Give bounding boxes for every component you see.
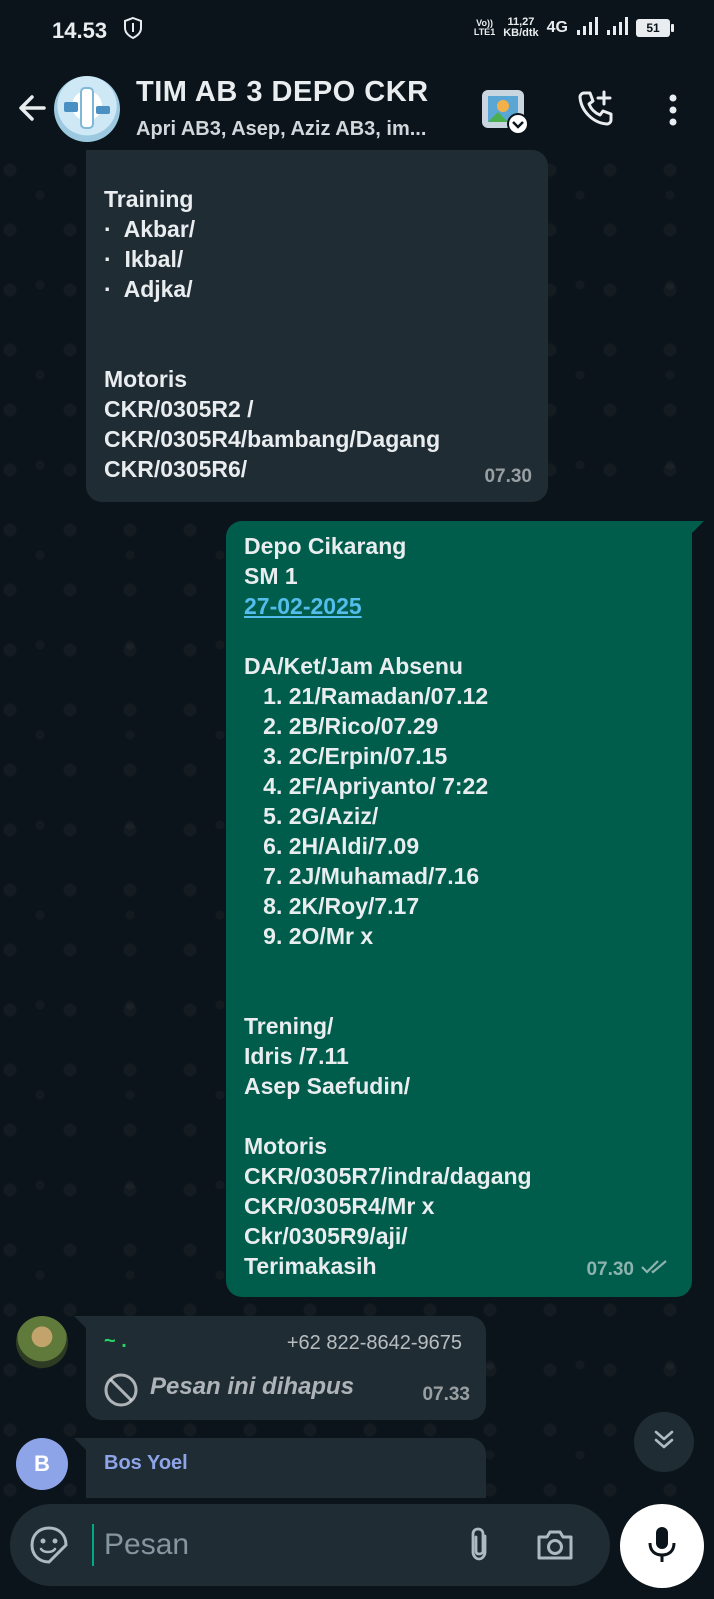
sender-phone: +62 822-8642-9675	[286, 1332, 462, 1354]
deleted-message-text: Pesan ini dihapus	[150, 1373, 355, 1400]
message-line	[244, 981, 532, 1011]
volte-indicator: Vo)) LTE1	[473, 17, 496, 37]
sender-name[interactable]: ~ .	[104, 1326, 127, 1356]
list-item: 8. 2K/Roy/7.17	[244, 893, 420, 919]
image-badge-icon[interactable]	[480, 86, 530, 136]
status-indicators: Vo)) LTE1 11,27 KB/dtk 4G 51	[473, 15, 674, 39]
whatsapp-chat-screen: 14.53 Vo)) LTE1 11,27 KB/dtk 4G 51 TIM A…	[0, 0, 714, 1599]
list-item: 4. 2F/Apriyanto/ 7:22	[244, 773, 489, 799]
message-input[interactable]	[102, 1524, 442, 1566]
bubble-tail	[74, 1316, 88, 1330]
list-item: 6. 2H/Aldi/7.09	[244, 833, 420, 859]
group-avatar[interactable]	[54, 76, 120, 142]
phone-add-icon[interactable]	[576, 88, 616, 128]
microphone-button[interactable]	[620, 1504, 704, 1588]
message-line: CKR/0305R6/	[104, 456, 248, 482]
message-line: · Akbar/	[104, 216, 196, 242]
group-title[interactable]: TIM AB 3 DEPO CKR	[136, 76, 429, 109]
status-bar: 14.53 Vo)) LTE1 11,27 KB/dtk 4G 51	[0, 0, 714, 58]
list-item: 1. 21/Ramadan/07.12	[244, 683, 489, 709]
message-input-bar	[0, 1498, 714, 1599]
bubble-tail	[74, 1438, 88, 1452]
message-line	[104, 304, 440, 334]
list-item: 5. 2G/Aziz/	[244, 803, 379, 829]
message-text: Depo Cikarang SM 1 27-02-2025 DA/Ket/Jam…	[244, 531, 532, 1281]
scroll-to-bottom-button[interactable]	[634, 1412, 694, 1472]
message-input-container[interactable]	[10, 1504, 610, 1586]
message-bubble-incoming[interactable]: Training · Akbar/ · Ikbal/ · Adjka/ Moto…	[86, 150, 548, 502]
message-line: CKR/0305R7/indra/dagang	[244, 1163, 532, 1189]
back-arrow-icon[interactable]	[14, 90, 50, 126]
list-item: 9. 2O/Mr x	[244, 923, 374, 949]
message-time: 07.33	[422, 1384, 470, 1405]
double-chevron-down-icon	[651, 1427, 677, 1458]
message-line: Idris /7.11	[244, 1043, 349, 1069]
message-line	[244, 1101, 532, 1131]
chat-header[interactable]: TIM AB 3 DEPO CKR Apri AB3, Asep, Aziz A…	[0, 58, 714, 160]
list-item: 2. 2B/Rico/07.29	[244, 713, 439, 739]
message-line: Motoris	[104, 366, 188, 392]
text-cursor	[92, 1524, 94, 1566]
list-item: 7. 2J/Muhamad/7.16	[244, 863, 480, 889]
network-type: 4G	[546, 18, 568, 36]
list-item: 3. 2C/Erpin/07.15	[244, 743, 448, 769]
message-line: Motoris	[244, 1133, 328, 1159]
block-icon	[102, 1371, 140, 1409]
message-line	[244, 951, 532, 981]
message-line: Asep Saefudin/	[244, 1073, 411, 1099]
sender-name[interactable]: Bos Yoel	[104, 1448, 188, 1478]
message-text: Training · Akbar/ · Ikbal/ · Adjka/ Moto…	[104, 184, 440, 484]
sender-avatar[interactable]: B	[16, 1438, 68, 1490]
network-speed: 11,27 KB/dtk	[503, 15, 539, 39]
message-line	[104, 334, 440, 364]
date-link[interactable]: 27-02-2025	[244, 591, 532, 621]
message-time: 07.30	[484, 466, 532, 487]
message-line: CKR/0305R4/Mr x	[244, 1193, 435, 1219]
message-line: · Adjka/	[104, 276, 193, 302]
message-line: · Ikbal/	[104, 246, 184, 272]
message-line: CKR/0305R4/bambang/Dagang	[104, 426, 441, 452]
shield-icon	[122, 16, 144, 46]
signal-icon-2	[606, 16, 628, 39]
status-time: 14.53	[52, 18, 108, 43]
message-line	[244, 621, 532, 651]
message-line: Trening/	[244, 1013, 334, 1039]
message-line: Depo Cikarang	[244, 533, 407, 559]
message-bubble-deleted[interactable]: ~ . +62 822-8642-9675 Pesan ini dihapus …	[74, 1316, 486, 1420]
microphone-icon	[645, 1524, 679, 1569]
more-vertical-icon[interactable]	[660, 90, 686, 130]
camera-icon[interactable]	[534, 1524, 576, 1566]
message-line: Terimakasih	[244, 1253, 377, 1279]
message-line: Ckr/0305R9/aji/	[244, 1223, 408, 1249]
double-check-icon	[640, 1253, 674, 1283]
paperclip-icon[interactable]	[458, 1524, 500, 1566]
signal-icon	[576, 16, 598, 39]
message-line: SM 1	[244, 563, 298, 589]
message-line: CKR/0305R2 /	[104, 396, 254, 422]
message-bubble-outgoing[interactable]: Depo Cikarang SM 1 27-02-2025 DA/Ket/Jam…	[226, 521, 704, 1297]
message-line: Training	[104, 186, 194, 212]
group-members[interactable]: Apri AB3, Asep, Aziz AB3, im...	[136, 118, 466, 141]
message-line: DA/Ket/Jam Absenu	[244, 653, 463, 679]
sender-avatar[interactable]	[16, 1316, 68, 1368]
message-time: 07.30	[586, 1259, 634, 1280]
sticker-icon[interactable]	[28, 1524, 70, 1566]
bubble-tail	[690, 521, 704, 535]
battery-icon: 51	[636, 18, 674, 37]
